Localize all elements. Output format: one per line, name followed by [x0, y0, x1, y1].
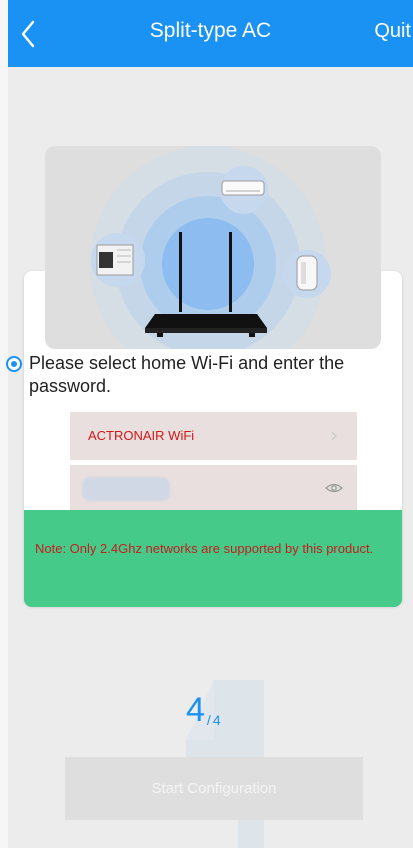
- eye-icon[interactable]: [325, 481, 343, 495]
- wifi-password-field[interactable]: [70, 465, 357, 511]
- step-indicator: 4/4: [186, 691, 221, 730]
- dehumidifier-icon: [283, 250, 331, 298]
- chevron-right-icon: [331, 431, 337, 441]
- wifi-ssid-field[interactable]: ACTRONAIR WiFi: [70, 412, 357, 460]
- quit-button[interactable]: Quit: [374, 20, 411, 43]
- instruction-text: Please select home Wi-Fi and enter the p…: [29, 353, 345, 396]
- instruction: Please select home Wi-Fi and enter the p…: [6, 352, 399, 398]
- left-edge: [0, 0, 8, 848]
- network-note: Note: Only 2.4Ghz networks are supported…: [24, 510, 402, 607]
- step-current: 4: [186, 691, 205, 729]
- window-ac-icon: [91, 233, 145, 287]
- note-text: Note: Only 2.4Ghz networks are supported…: [35, 541, 374, 556]
- air-conditioner-icon: [220, 166, 268, 214]
- radio-selected-icon[interactable]: [6, 356, 22, 372]
- wifi-ssid-value: ACTRONAIR WiFi: [88, 428, 195, 443]
- start-configuration-button[interactable]: Start Configuration: [65, 757, 363, 820]
- password-value-redacted: [82, 477, 170, 501]
- step-separator: /: [206, 712, 211, 728]
- page-title: Split-type AC: [149, 19, 272, 42]
- step-total: 4: [212, 712, 221, 728]
- illustration: [45, 146, 381, 349]
- app-header: Split-type AC Quit: [8, 0, 413, 67]
